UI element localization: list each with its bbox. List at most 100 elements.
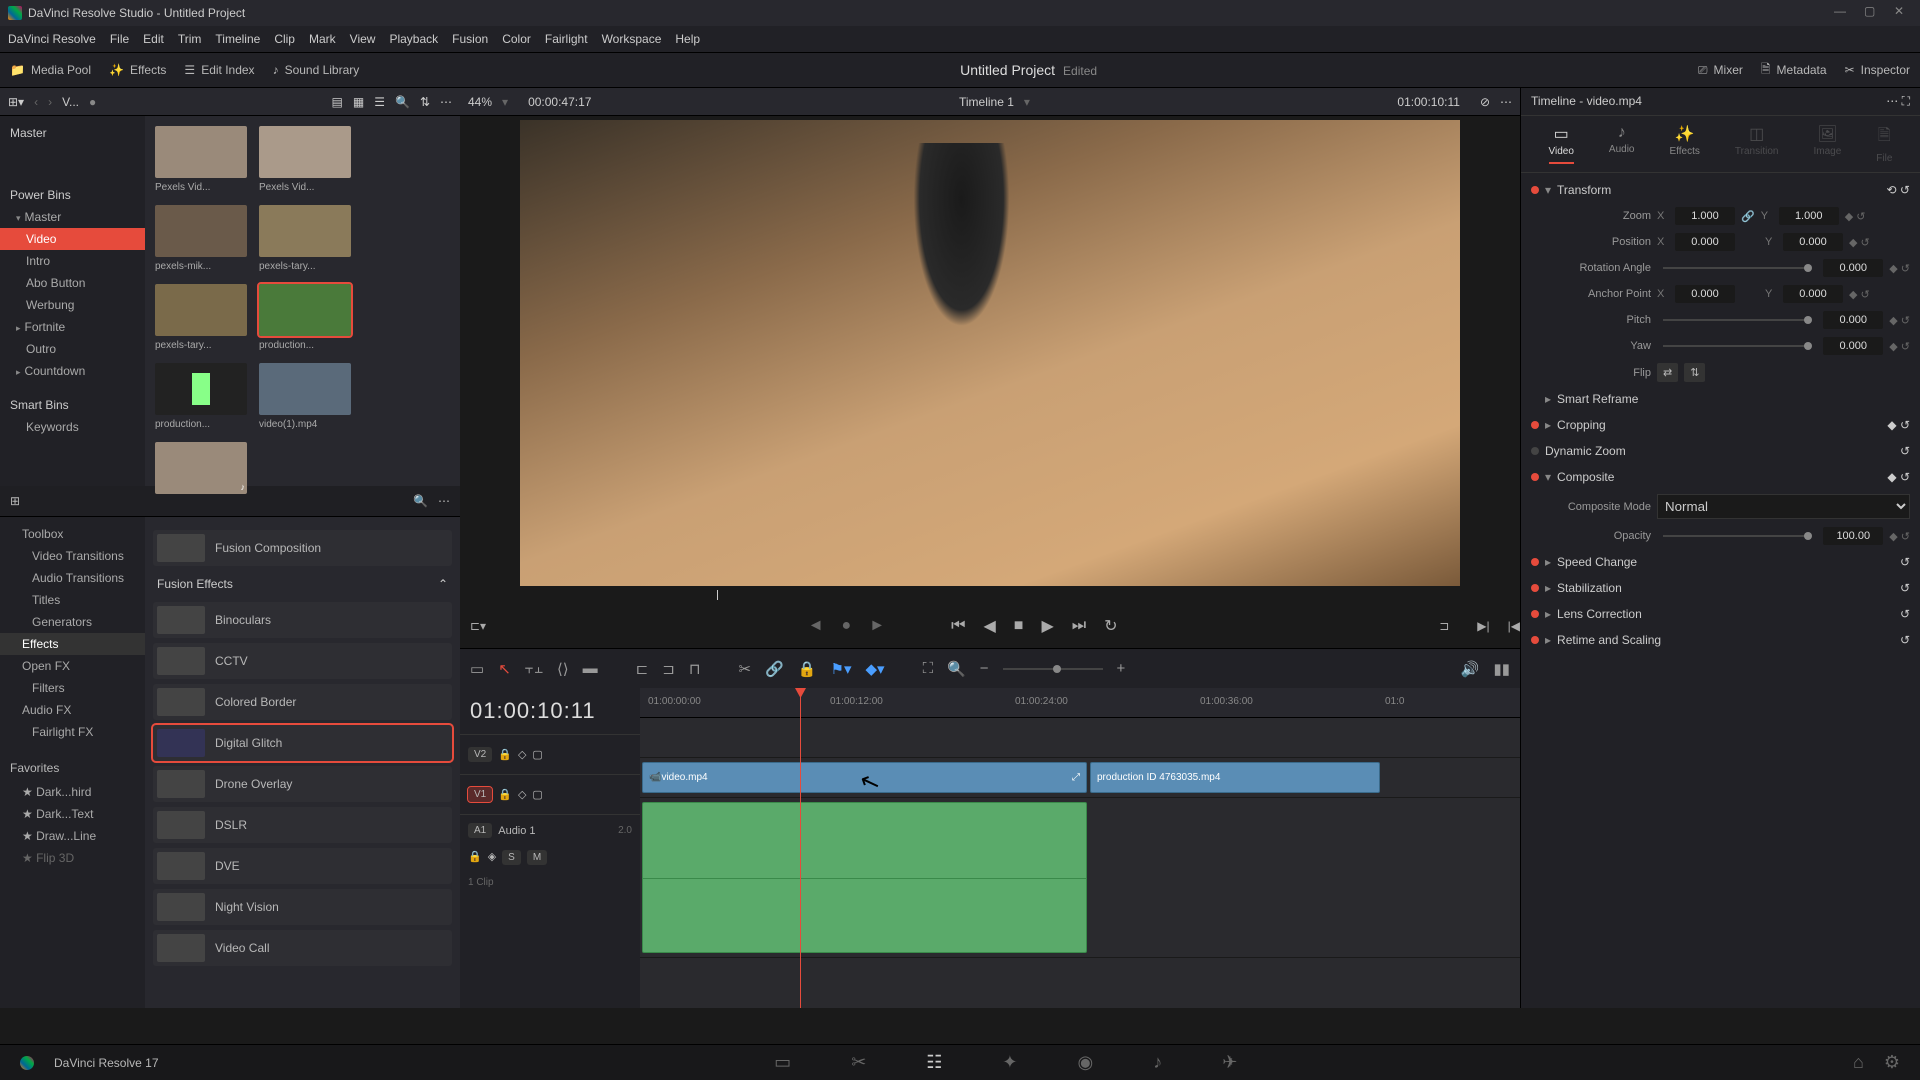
- stab-header[interactable]: ▸Stabilization↺: [1531, 575, 1910, 601]
- solo-button[interactable]: S: [502, 850, 521, 865]
- effects-button[interactable]: ✨ Effects: [109, 63, 166, 77]
- flag-icon[interactable]: ⚑▾: [831, 660, 852, 678]
- page-deliver[interactable]: ✈: [1222, 1052, 1237, 1073]
- disable-icon[interactable]: ▢: [532, 788, 542, 801]
- play-icon[interactable]: ▶: [1041, 616, 1053, 636]
- flip-v-button[interactable]: ⇅: [1684, 363, 1705, 382]
- fx-item[interactable]: Video Call: [153, 930, 452, 966]
- pos-x-input[interactable]: [1675, 233, 1735, 251]
- bin-abo[interactable]: Abo Button: [0, 272, 145, 294]
- fx-item-digital-glitch[interactable]: Digital Glitch: [153, 725, 452, 761]
- selection-tool-icon[interactable]: ↖: [498, 660, 511, 678]
- nav-fwd-icon[interactable]: ›: [48, 95, 52, 109]
- bin-master[interactable]: Master: [0, 122, 145, 144]
- page-edit[interactable]: ☷: [926, 1052, 942, 1073]
- opacity-input[interactable]: [1823, 527, 1883, 545]
- pitch-input[interactable]: [1823, 311, 1883, 329]
- marker-icon[interactable]: ◆▾: [865, 660, 884, 678]
- fx-generators[interactable]: Generators: [0, 611, 145, 633]
- viewer-more-icon[interactable]: ⋯: [1500, 95, 1512, 109]
- search-icon[interactable]: 🔍: [395, 95, 410, 109]
- fx-search-icon[interactable]: 🔍: [413, 494, 428, 508]
- go-start-icon[interactable]: ⏮: [951, 617, 965, 635]
- detail-zoom-icon[interactable]: 🔍: [947, 660, 966, 678]
- menu-timeline[interactable]: Timeline: [215, 32, 260, 46]
- fx-item[interactable]: Binoculars: [153, 602, 452, 638]
- keyframe-icon[interactable]: ◆ ↺: [1889, 340, 1910, 353]
- fx-category-header[interactable]: Fusion Effects⌃: [153, 571, 452, 597]
- more-icon[interactable]: ⋯: [440, 95, 452, 109]
- track-a1-header[interactable]: A1 Audio 1 2.0 🔒 ◈ S M 1 Clip: [460, 814, 640, 974]
- speed-header[interactable]: ▸Speed Change↺: [1531, 549, 1910, 575]
- menu-fusion[interactable]: Fusion: [452, 32, 488, 46]
- dynamic-trim-icon[interactable]: ⟨⟩: [557, 660, 569, 678]
- yaw-slider[interactable]: [1663, 345, 1811, 347]
- timeline-ruler[interactable]: 01:00:00:00 01:00:12:00 01:00:24:00 01:0…: [640, 688, 1520, 718]
- menu-edit[interactable]: Edit: [143, 32, 164, 46]
- pitch-slider[interactable]: [1663, 319, 1811, 321]
- keyframe-icon[interactable]: ◆ ↺: [1849, 236, 1870, 249]
- fx-item[interactable]: Colored Border: [153, 684, 452, 720]
- tab-image[interactable]: 🖼Image: [1813, 124, 1841, 164]
- tab-transition[interactable]: ◫Transition: [1735, 124, 1779, 164]
- page-fairlight[interactable]: ♪: [1153, 1052, 1162, 1073]
- fx-audiofx[interactable]: Audio FX: [0, 699, 145, 721]
- viewer-canvas[interactable]: [520, 120, 1460, 586]
- bin-keywords[interactable]: Keywords: [0, 416, 145, 438]
- fx-titles[interactable]: Titles: [0, 589, 145, 611]
- bin-countdown[interactable]: Countdown: [0, 360, 145, 382]
- match-frame-icon[interactable]: ⊐: [1439, 619, 1449, 633]
- clip-audio1[interactable]: [642, 802, 1087, 953]
- viewer-timeline-name[interactable]: Timeline 1: [959, 95, 1014, 109]
- tab-effects[interactable]: ✨Effects: [1670, 124, 1700, 164]
- fx-panel-icon[interactable]: ⊞: [10, 494, 20, 508]
- keyframe-icon[interactable]: ◆ ↺: [1849, 288, 1870, 301]
- panel-menu-icon[interactable]: ⊞▾: [8, 95, 24, 109]
- fx-item[interactable]: Drone Overlay: [153, 766, 452, 802]
- retime-header[interactable]: ▸Retime and Scaling↺: [1531, 627, 1910, 653]
- keyframe-icon[interactable]: ◆ ↺: [1889, 530, 1910, 543]
- clip-thumb[interactable]: Pexels Vid...: [155, 126, 247, 193]
- menu-clip[interactable]: Clip: [274, 32, 295, 46]
- anchor-y-input[interactable]: [1783, 285, 1843, 303]
- mute-button[interactable]: M: [527, 850, 547, 865]
- settings-icon[interactable]: ⚙: [1884, 1052, 1900, 1073]
- insert-icon[interactable]: ⊏: [636, 660, 649, 678]
- fx-openfx[interactable]: Open FX: [0, 655, 145, 677]
- fav-item[interactable]: ★ Dark...hird: [0, 781, 145, 803]
- track-a1[interactable]: [640, 798, 1520, 958]
- lock-icon[interactable]: 🔒: [468, 850, 482, 865]
- curve-icon[interactable]: ◈: [488, 850, 496, 865]
- clip-thumb[interactable]: pexels-tary...: [259, 205, 351, 272]
- go-end-icon[interactable]: ⏭: [1072, 617, 1086, 635]
- fx-effects[interactable]: Effects: [0, 633, 145, 655]
- pos-y-input[interactable]: [1783, 233, 1843, 251]
- minimize-icon[interactable]: —: [1834, 4, 1852, 22]
- bin-master-power[interactable]: Master: [0, 206, 145, 228]
- bin-video[interactable]: Video: [0, 228, 145, 250]
- track-v1[interactable]: 📹 video.mp4⤢ production ID 4763035.mp4: [640, 758, 1520, 798]
- transform-header[interactable]: ▾Transform⟲ ↺: [1531, 177, 1910, 203]
- play-toggle-icon[interactable]: ●: [842, 617, 852, 635]
- page-cut[interactable]: ✂: [851, 1052, 866, 1073]
- close-icon[interactable]: ✕: [1894, 4, 1912, 22]
- autoselect-icon[interactable]: ◇: [518, 788, 526, 801]
- smart-reframe-header[interactable]: ▸Smart Reframe: [1531, 386, 1910, 412]
- next-edit-icon[interactable]: ►: [869, 617, 885, 635]
- dynzoom-header[interactable]: Dynamic Zoom↺: [1531, 438, 1910, 464]
- sound-library-button[interactable]: ♪ Sound Library: [273, 63, 360, 77]
- viewer-zoom[interactable]: 44%: [468, 95, 492, 109]
- fav-item[interactable]: ★ Draw...Line: [0, 825, 145, 847]
- rotation-input[interactable]: [1823, 259, 1883, 277]
- zoom-extents-icon[interactable]: ⛶: [923, 660, 934, 677]
- menu-davinci[interactable]: DaVinci Resolve: [8, 32, 96, 46]
- inspector-button[interactable]: ✂ Inspector: [1845, 63, 1910, 77]
- menu-playback[interactable]: Playback: [389, 32, 438, 46]
- menu-mark[interactable]: Mark: [309, 32, 336, 46]
- zoom-slider[interactable]: [1003, 668, 1103, 670]
- link-icon[interactable]: 🔗: [1741, 210, 1755, 223]
- fx-filters[interactable]: Filters: [0, 677, 145, 699]
- fx-toolbox[interactable]: Toolbox: [0, 523, 145, 545]
- clip-thumb[interactable]: production...: [259, 284, 351, 351]
- menu-fairlight[interactable]: Fairlight: [545, 32, 588, 46]
